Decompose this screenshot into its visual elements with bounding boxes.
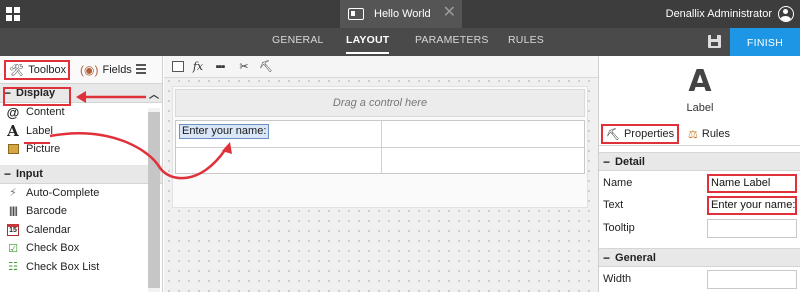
toolbox-item-calendar[interactable]: 15 Calendar bbox=[0, 221, 162, 240]
wizard-nav: GENERAL LAYOUT PARAMETERS RULES bbox=[0, 28, 800, 56]
property-row-text: Text Enter your name: bbox=[599, 195, 800, 217]
tab-toolbox-label: Toolbox bbox=[28, 64, 67, 76]
document-title: Hello World bbox=[374, 8, 431, 20]
control-type-icon: A bbox=[688, 64, 712, 99]
collapse-minus-icon: − bbox=[603, 154, 611, 169]
section-general-title: General bbox=[615, 251, 656, 264]
section-detail-title: Detail bbox=[615, 155, 645, 168]
collapse-panel-icon[interactable] bbox=[136, 64, 150, 76]
annotation-highlight-display bbox=[3, 87, 71, 106]
expression-icon[interactable]: fx bbox=[190, 59, 206, 75]
finish-button[interactable]: FINISH bbox=[730, 28, 800, 56]
tab-properties-label: Properties bbox=[623, 128, 675, 140]
toolbox-item-label: Check Box List bbox=[26, 260, 100, 273]
toolbox-item-barcode[interactable]: ||||| Barcode bbox=[0, 202, 162, 221]
toolbox-item-label: Check Box bbox=[26, 242, 80, 255]
control-type-label: Label bbox=[686, 102, 714, 114]
fields-icon: (◉) bbox=[80, 63, 99, 77]
tab-fields[interactable]: (◉) Fields bbox=[78, 60, 132, 80]
width-field[interactable] bbox=[707, 270, 797, 289]
layout-table[interactable]: Enter your name: bbox=[175, 120, 585, 174]
table-cell[interactable] bbox=[382, 148, 584, 173]
tooltip-field[interactable] bbox=[707, 219, 797, 238]
checkbox-icon: ☑ bbox=[8, 242, 18, 255]
form-document-icon bbox=[348, 8, 364, 20]
barcode-icon: ||||| bbox=[9, 205, 18, 217]
form-properties-icon[interactable]: ⛏ bbox=[258, 59, 274, 75]
toolbox-scroll-thumb[interactable] bbox=[148, 112, 160, 288]
toolbox-panel: 🛠 Toolbox (◉) Fields − Display ︿ @ Conte… bbox=[0, 56, 163, 292]
property-row-width: Width bbox=[599, 269, 800, 291]
checkbox-list-icon: ☷ bbox=[8, 261, 18, 274]
content-icon: @ bbox=[6, 104, 20, 120]
tab-rules-label: Rules bbox=[701, 128, 730, 140]
calendar-icon: 15 bbox=[6, 223, 20, 237]
toolbox-item-label: Content bbox=[26, 106, 65, 119]
toolbox-item-picture[interactable]: Picture bbox=[0, 140, 162, 159]
tab-rules-panel[interactable]: ⚖ Rules bbox=[685, 124, 733, 144]
tab-general[interactable]: GENERAL bbox=[272, 28, 324, 56]
add-view-icon[interactable] bbox=[170, 59, 186, 75]
wrench-icon: 🛠 bbox=[9, 63, 25, 77]
toolbox-item-label: Calendar bbox=[26, 223, 71, 236]
section-input-title: Input bbox=[16, 167, 43, 180]
chevron-up-icon[interactable]: ︿ bbox=[149, 86, 159, 101]
property-label: Text bbox=[603, 199, 624, 211]
section-general-header[interactable]: − General bbox=[599, 248, 800, 267]
tab-layout[interactable]: LAYOUT bbox=[346, 28, 390, 56]
tab-parameters[interactable]: PARAMETERS bbox=[415, 28, 489, 56]
drop-zone[interactable]: Drag a control here bbox=[175, 89, 585, 117]
picture-icon bbox=[6, 142, 20, 156]
rules-toggle-icon[interactable]: ✂ bbox=[236, 59, 252, 75]
section-input-header[interactable]: − Input bbox=[0, 164, 162, 184]
property-row-name: Name Name Label bbox=[599, 173, 800, 195]
user-name[interactable]: Denallix Administrator bbox=[666, 8, 772, 20]
tab-properties[interactable]: ⛏ Properties bbox=[601, 124, 679, 144]
table-cell[interactable] bbox=[176, 148, 382, 173]
top-bar: Hello World ✕ Denallix Administrator bbox=[0, 0, 800, 28]
properties-icon: ⛏ bbox=[606, 128, 620, 141]
tab-toolbox[interactable]: 🛠 Toolbox bbox=[4, 60, 70, 80]
more-icon[interactable]: ▪▪▪ bbox=[212, 59, 228, 75]
layout-canvas[interactable]: fx ▪▪▪ ✂ ⛏ Drag a control here Enter you… bbox=[164, 56, 598, 292]
tab-fields-label: Fields bbox=[102, 64, 132, 76]
toolbox-item-label: Picture bbox=[26, 143, 61, 156]
label-icon: A bbox=[7, 121, 19, 140]
property-label: Name bbox=[603, 177, 633, 189]
table-cell[interactable] bbox=[382, 121, 584, 148]
section-detail-header[interactable]: − Detail bbox=[599, 152, 800, 171]
toolbox-item-label: Auto-Complete bbox=[26, 186, 100, 199]
toolbox-item-label: Barcode bbox=[26, 205, 67, 218]
collapse-minus-icon: − bbox=[603, 250, 611, 265]
name-field[interactable]: Name Label bbox=[707, 174, 797, 193]
toolbox-tabs: 🛠 Toolbox (◉) Fields bbox=[0, 56, 162, 84]
toolbox-item-auto-complete[interactable]: ⚡ Auto-Complete bbox=[0, 184, 162, 203]
toolbox-item-label-control[interactable]: A Label bbox=[0, 122, 162, 141]
property-label: Tooltip bbox=[603, 222, 635, 234]
properties-tabs: ⛏ Properties ⚖ Rules bbox=[599, 122, 800, 146]
close-icon[interactable]: ✕ bbox=[443, 5, 456, 21]
canvas-toolbar: fx ▪▪▪ ✂ ⛏ bbox=[164, 56, 598, 78]
properties-panel: A Label ⛏ Properties ⚖ Rules − Detail Na… bbox=[598, 56, 800, 292]
text-field[interactable]: Enter your name: bbox=[707, 196, 797, 215]
user-avatar-icon[interactable] bbox=[778, 6, 794, 22]
toolbox-item-label: Label bbox=[26, 124, 53, 137]
app-grid-icon[interactable] bbox=[6, 7, 20, 21]
lightning-icon: ⚡ bbox=[9, 187, 17, 200]
tab-rules[interactable]: RULES bbox=[508, 28, 544, 56]
toolbox-item-check-box[interactable]: ☑ Check Box bbox=[0, 239, 162, 258]
property-row-tooltip: Tooltip bbox=[599, 218, 800, 240]
table-cell[interactable]: Enter your name: bbox=[176, 121, 382, 148]
collapse-minus-icon: − bbox=[4, 166, 12, 181]
form-view: Drag a control here Enter your name: bbox=[172, 86, 588, 208]
gavel-icon: ⚖ bbox=[688, 128, 698, 141]
property-label: Width bbox=[603, 273, 632, 285]
label-control[interactable]: Enter your name: bbox=[179, 124, 270, 139]
toolbox-item-check-box-list[interactable]: ☷ Check Box List bbox=[0, 258, 162, 277]
document-tab[interactable]: Hello World ✕ bbox=[340, 0, 462, 28]
save-icon[interactable] bbox=[708, 35, 721, 48]
